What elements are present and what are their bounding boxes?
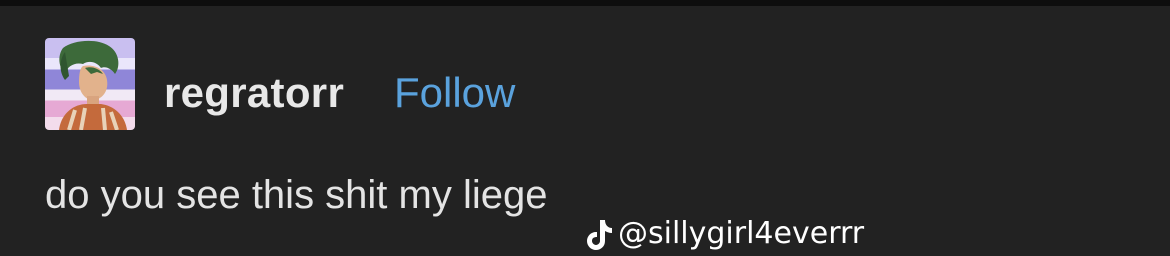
tiktok-icon xyxy=(587,220,612,250)
watermark-handle: @sillygirl4everrr xyxy=(618,216,865,251)
post-card: regratorr Follow do you see this shit my… xyxy=(0,0,1170,256)
avatar[interactable] xyxy=(45,38,135,130)
username[interactable]: regratorr xyxy=(164,68,344,118)
follow-button[interactable]: Follow xyxy=(394,68,515,118)
avatar-character-icon xyxy=(59,40,127,130)
watermark: @sillygirl4everrr xyxy=(584,214,864,254)
post-text: do you see this shit my liege xyxy=(45,173,548,217)
